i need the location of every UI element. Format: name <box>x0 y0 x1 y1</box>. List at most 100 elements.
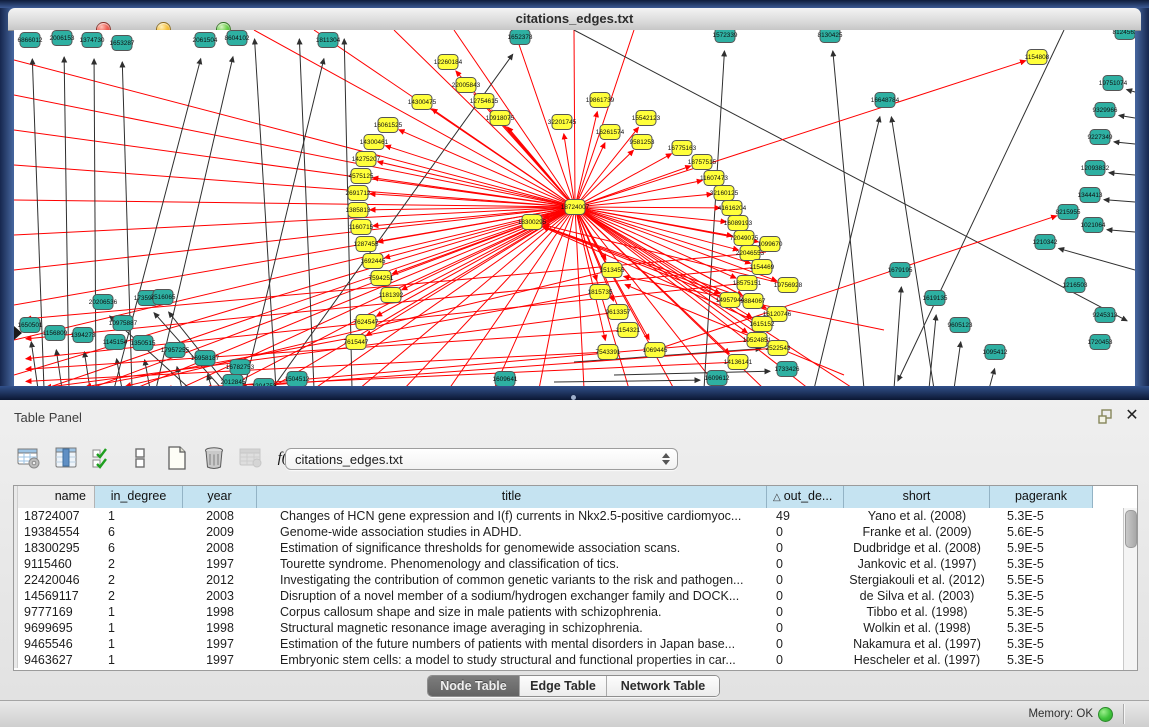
cell-short[interactable]: Hescheler et al. (1997) <box>844 652 990 668</box>
selection-mode-icon[interactable] <box>88 443 118 473</box>
graph-node[interactable]: 9329966 <box>1093 103 1118 118</box>
cell-name[interactable]: 9465546 <box>18 636 95 652</box>
graph-node[interactable]: 14275207 <box>352 152 381 167</box>
cell-in_degree[interactable]: 1 <box>95 652 183 668</box>
graph-node[interactable]: 1154808 <box>1025 50 1050 65</box>
cell-title[interactable]: Changes of HCN gene expression and I(f) … <box>257 508 767 524</box>
column-header-short[interactable]: short <box>844 486 990 508</box>
table-row[interactable]: 911546021997Tourette syndrome. Phenomeno… <box>14 556 1137 572</box>
graph-node[interactable]: 8604102 <box>225 31 250 46</box>
graph-node[interactable]: 9605123 <box>948 318 973 333</box>
graph-node[interactable]: 7624547 <box>354 315 379 330</box>
graph-node[interactable]: 19861739 <box>586 93 615 108</box>
cell-out_degree[interactable]: 0 <box>767 620 844 636</box>
tab-network-table[interactable]: Network Table <box>607 676 719 696</box>
graph-node[interactable]: 1619135 <box>923 291 948 306</box>
graph-node[interactable]: 8215955 <box>1056 205 1081 220</box>
cell-year[interactable]: 2012 <box>183 572 257 588</box>
cell-year[interactable]: 2008 <box>183 540 257 556</box>
network-window-titlebar[interactable]: citations_edges.txt <box>8 8 1141 31</box>
table-row[interactable]: 946554611997Estimation of the future num… <box>14 636 1137 652</box>
float-panel-icon[interactable] <box>1098 409 1116 425</box>
graph-node[interactable]: 9245312 <box>1093 308 1118 323</box>
graph-node[interactable]: 1099670 <box>758 237 783 252</box>
graph-node[interactable]: 32160125 <box>710 186 739 201</box>
cell-year[interactable]: 2008 <box>183 508 257 524</box>
cell-pagerank[interactable]: 5.3E-5 <box>990 652 1093 668</box>
cell-year[interactable]: 1998 <box>183 620 257 636</box>
graph-node[interactable]: 2516065 <box>151 290 176 305</box>
graph-node[interactable]: 7543391 <box>596 345 621 360</box>
cell-year[interactable]: 1997 <box>183 652 257 668</box>
cell-year[interactable]: 2003 <box>183 588 257 604</box>
cell-in_degree[interactable]: 1 <box>95 604 183 620</box>
cell-pagerank[interactable]: 5.3E-5 <box>990 556 1093 572</box>
graph-node[interactable]: 12754615 <box>470 94 499 109</box>
cell-pagerank[interactable]: 5.9E-5 <box>990 540 1093 556</box>
graph-node[interactable]: 2522543 <box>766 341 791 356</box>
cell-short[interactable]: Franke et al. (2009) <box>844 524 990 540</box>
graph-node[interactable]: 1154321 <box>616 323 641 338</box>
cell-year[interactable]: 1997 <box>183 556 257 572</box>
cell-pagerank[interactable]: 5.3E-5 <box>990 588 1093 604</box>
cell-title[interactable]: Structural magnetic resonance image aver… <box>257 620 767 636</box>
graph-node[interactable]: 1394273 <box>71 328 96 343</box>
table-vertical-scrollbar[interactable] <box>1123 508 1137 670</box>
graph-node[interactable]: 1021064 <box>1081 218 1106 233</box>
graph-node[interactable]: 1720453 <box>1088 335 1113 350</box>
graph-node[interactable]: 8124563 <box>1113 30 1135 40</box>
table-row[interactable]: 1938455462009Genome-wide association stu… <box>14 524 1137 540</box>
graph-node[interactable]: 1350515 <box>131 336 156 351</box>
graph-node[interactable]: 1181392 <box>379 288 404 303</box>
graph-node[interactable]: 19751074 <box>1099 76 1128 91</box>
graph-node[interactable]: 2691712 <box>346 186 371 201</box>
graph-node[interactable]: 7615447 <box>344 335 369 350</box>
cell-out_degree[interactable]: 0 <box>767 604 844 620</box>
cell-short[interactable]: Yano et al. (2008) <box>844 508 990 524</box>
column-header-pagerank[interactable]: pagerank <box>990 486 1093 508</box>
stacked-squares-icon[interactable] <box>125 443 155 473</box>
graph-node[interactable]: 2061504 <box>193 33 218 48</box>
graph-node[interactable]: 16089193 <box>724 216 753 231</box>
graph-node[interactable]: 12093832 <box>1081 161 1110 176</box>
cell-short[interactable]: Stergiakouli et al. (2012) <box>844 572 990 588</box>
cell-name[interactable]: 9699695 <box>18 620 95 636</box>
column-header-out_degree[interactable]: △out_de... <box>767 486 844 508</box>
graph-node[interactable]: 1609612 <box>705 371 730 386</box>
graph-node[interactable]: 1615152 <box>750 317 775 332</box>
cell-out_degree[interactable]: 0 <box>767 572 844 588</box>
cell-in_degree[interactable]: 2 <box>95 572 183 588</box>
cell-in_degree[interactable]: 1 <box>95 508 183 524</box>
graph-node[interactable]: 1692445 <box>361 254 386 269</box>
graph-node[interactable]: 1344413 <box>1078 188 1103 203</box>
graph-node[interactable]: 1287455 <box>354 237 379 252</box>
cell-short[interactable]: de Silva et al. (2003) <box>844 588 990 604</box>
table-row[interactable]: 1872400712008Changes of HCN gene express… <box>14 508 1137 524</box>
graph-node[interactable]: 2006153 <box>50 31 75 46</box>
column-visibility-icon[interactable] <box>51 443 81 473</box>
graph-node[interactable]: 72049075 <box>730 231 759 246</box>
cell-out_degree[interactable]: 0 <box>767 588 844 604</box>
cell-in_degree[interactable]: 2 <box>95 588 183 604</box>
tab-node-table[interactable]: Node Table <box>428 676 520 696</box>
graph-node[interactable]: 16061525 <box>374 118 403 133</box>
cell-title[interactable]: Embryonic stem cells: a model to study s… <box>257 652 767 668</box>
table-row[interactable]: 1830029562008Estimation of significance … <box>14 540 1137 556</box>
graph-node[interactable]: 1216503 <box>1063 278 1088 293</box>
memory-ok-indicator[interactable] <box>1098 707 1113 722</box>
cell-short[interactable]: Nakamura et al. (1997) <box>844 636 990 652</box>
graph-node[interactable]: 12260184 <box>434 55 463 70</box>
graph-node[interactable]: 9613357 <box>606 305 631 320</box>
graph-node[interactable]: 1374730 <box>80 33 105 48</box>
graph-node[interactable]: 14300461 <box>360 135 389 150</box>
cell-name[interactable]: 9777169 <box>18 604 95 620</box>
cell-pagerank[interactable]: 5.5E-5 <box>990 572 1093 588</box>
delete-column-icon[interactable] <box>199 443 229 473</box>
cell-out_degree[interactable]: 0 <box>767 636 844 652</box>
cell-in_degree[interactable]: 1 <box>95 620 183 636</box>
graph-node[interactable]: 1069445 <box>643 343 668 358</box>
scrollbar-thumb[interactable] <box>1125 510 1137 548</box>
tab-edge-table[interactable]: Edge Table <box>520 676 607 696</box>
graph-node[interactable]: 22005843 <box>452 78 481 93</box>
cell-short[interactable]: Wolkin et al. (1998) <box>844 620 990 636</box>
